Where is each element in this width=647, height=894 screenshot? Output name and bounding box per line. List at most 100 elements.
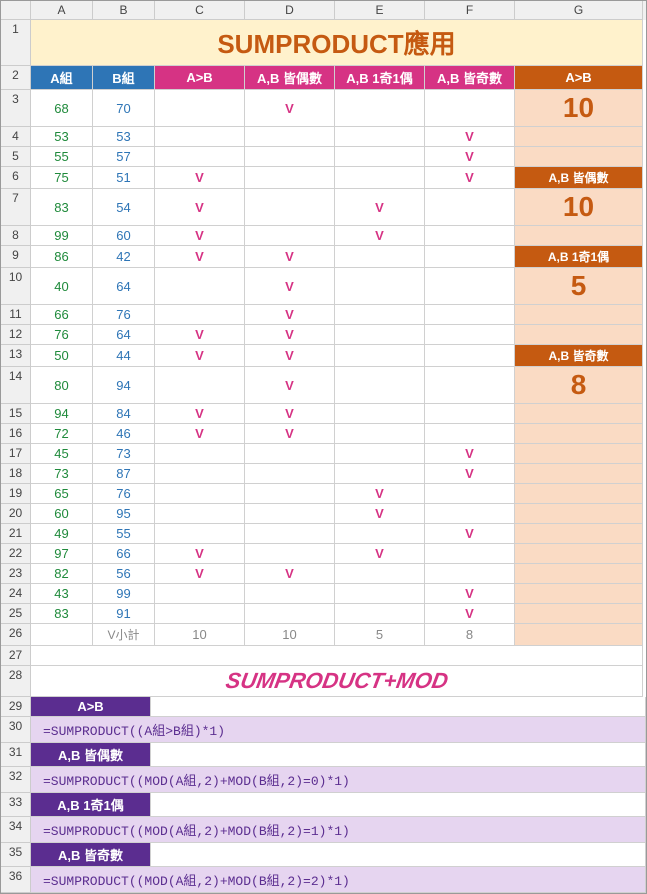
cell-D13[interactable]: V: [245, 345, 335, 367]
cell-B15[interactable]: 84: [93, 404, 155, 424]
cell-G4[interactable]: [515, 127, 643, 147]
cell-rest-35[interactable]: [151, 843, 646, 867]
cell-D19[interactable]: [245, 484, 335, 504]
cell-A14[interactable]: 80: [31, 367, 93, 404]
side-value[interactable]: 10: [515, 90, 643, 127]
cell-C13[interactable]: V: [155, 345, 245, 367]
cell-A11[interactable]: 66: [31, 305, 93, 325]
cell-C21[interactable]: [155, 524, 245, 544]
cell-C6[interactable]: V: [155, 167, 245, 189]
corner[interactable]: [1, 1, 31, 20]
cell-B9[interactable]: 42: [93, 246, 155, 268]
cell-C14[interactable]: [155, 367, 245, 404]
cell-27[interactable]: [31, 646, 643, 666]
cell-D7[interactable]: [245, 189, 335, 226]
cell-G18[interactable]: [515, 464, 643, 484]
cell-E14[interactable]: [335, 367, 425, 404]
rowlabel-11[interactable]: 11: [1, 305, 31, 325]
cell-C10[interactable]: [155, 268, 245, 305]
cell-A21[interactable]: 49: [31, 524, 93, 544]
cell-F25[interactable]: V: [425, 604, 515, 624]
rowlabel-7[interactable]: 7: [1, 189, 31, 226]
rowlabel-12[interactable]: 12: [1, 325, 31, 345]
cell-B12[interactable]: 64: [93, 325, 155, 345]
cell-D10[interactable]: V: [245, 268, 335, 305]
cell-G5[interactable]: [515, 147, 643, 167]
cell-G23[interactable]: [515, 564, 643, 584]
cell-F8[interactable]: [425, 226, 515, 246]
rowlabel-35[interactable]: 35: [1, 843, 31, 867]
cell-F19[interactable]: [425, 484, 515, 504]
cell-E11[interactable]: [335, 305, 425, 325]
rowlabel-13[interactable]: 13: [1, 345, 31, 367]
cell-G25[interactable]: [515, 604, 643, 624]
cell-D4[interactable]: [245, 127, 335, 147]
cell-F23[interactable]: [425, 564, 515, 584]
cell-F17[interactable]: V: [425, 444, 515, 464]
rowlabel-34[interactable]: 34: [1, 817, 31, 843]
cell-C18[interactable]: [155, 464, 245, 484]
cell-B17[interactable]: 73: [93, 444, 155, 464]
cell-A20[interactable]: 60: [31, 504, 93, 524]
cell-G22[interactable]: [515, 544, 643, 564]
cell-28[interactable]: SUMPRODUCT+MOD: [31, 666, 643, 697]
cell-B21[interactable]: 55: [93, 524, 155, 544]
cell-C24[interactable]: [155, 584, 245, 604]
cell-D25[interactable]: [245, 604, 335, 624]
cell-F21[interactable]: V: [425, 524, 515, 544]
rowlabel-18[interactable]: 18: [1, 464, 31, 484]
cell-G11[interactable]: [515, 305, 643, 325]
cell-C17[interactable]: [155, 444, 245, 464]
cell-D15[interactable]: V: [245, 404, 335, 424]
cell-A9[interactable]: 86: [31, 246, 93, 268]
cell-E12[interactable]: [335, 325, 425, 345]
cell-D6[interactable]: [245, 167, 335, 189]
cell-C20[interactable]: [155, 504, 245, 524]
col-C[interactable]: C: [155, 1, 245, 20]
cell-D14[interactable]: V: [245, 367, 335, 404]
cell-A24[interactable]: 43: [31, 584, 93, 604]
cell-A17[interactable]: 45: [31, 444, 93, 464]
subtotal-f[interactable]: 8: [425, 624, 515, 646]
cell-F4[interactable]: V: [425, 127, 515, 147]
formula-2[interactable]: =SUMPRODUCT((MOD(A組,2)+MOD(B組,2)=0)*1): [31, 767, 646, 793]
cell-E8[interactable]: V: [335, 226, 425, 246]
rowlabel-24[interactable]: 24: [1, 584, 31, 604]
formula-label-4[interactable]: A,B 皆奇數: [31, 843, 151, 867]
cell-E6[interactable]: [335, 167, 425, 189]
rowlabel-33[interactable]: 33: [1, 793, 31, 817]
cell-E7[interactable]: V: [335, 189, 425, 226]
cell-D17[interactable]: [245, 444, 335, 464]
subtotal-d[interactable]: 10: [245, 624, 335, 646]
cell-B20[interactable]: 95: [93, 504, 155, 524]
cell-G26[interactable]: [515, 624, 643, 646]
rowlabel-15[interactable]: 15: [1, 404, 31, 424]
cell-C12[interactable]: V: [155, 325, 245, 345]
cell-B22[interactable]: 66: [93, 544, 155, 564]
rowlabel-6[interactable]: 6: [1, 167, 31, 189]
side-value[interactable]: 10: [515, 189, 643, 226]
rowlabel-27[interactable]: 27: [1, 646, 31, 666]
cell-G24[interactable]: [515, 584, 643, 604]
cell-D8[interactable]: [245, 226, 335, 246]
cell-A23[interactable]: 82: [31, 564, 93, 584]
hdr-b[interactable]: B組: [93, 66, 155, 90]
cell-E24[interactable]: [335, 584, 425, 604]
rowlabel-1[interactable]: 1: [1, 20, 31, 66]
rowlabel-36[interactable]: 36: [1, 867, 31, 893]
cell-C8[interactable]: V: [155, 226, 245, 246]
cell-A18[interactable]: 73: [31, 464, 93, 484]
cell-A15[interactable]: 94: [31, 404, 93, 424]
cell-A6[interactable]: 75: [31, 167, 93, 189]
formula-4[interactable]: =SUMPRODUCT((MOD(A組,2)+MOD(B組,2)=2)*1): [31, 867, 646, 893]
rowlabel-22[interactable]: 22: [1, 544, 31, 564]
cell-D22[interactable]: [245, 544, 335, 564]
cell-F9[interactable]: [425, 246, 515, 268]
cell-A25[interactable]: 83: [31, 604, 93, 624]
cell-G16[interactable]: [515, 424, 643, 444]
cell-F18[interactable]: V: [425, 464, 515, 484]
cell-G17[interactable]: [515, 444, 643, 464]
cell-B18[interactable]: 87: [93, 464, 155, 484]
cell-D24[interactable]: [245, 584, 335, 604]
cell-B14[interactable]: 94: [93, 367, 155, 404]
